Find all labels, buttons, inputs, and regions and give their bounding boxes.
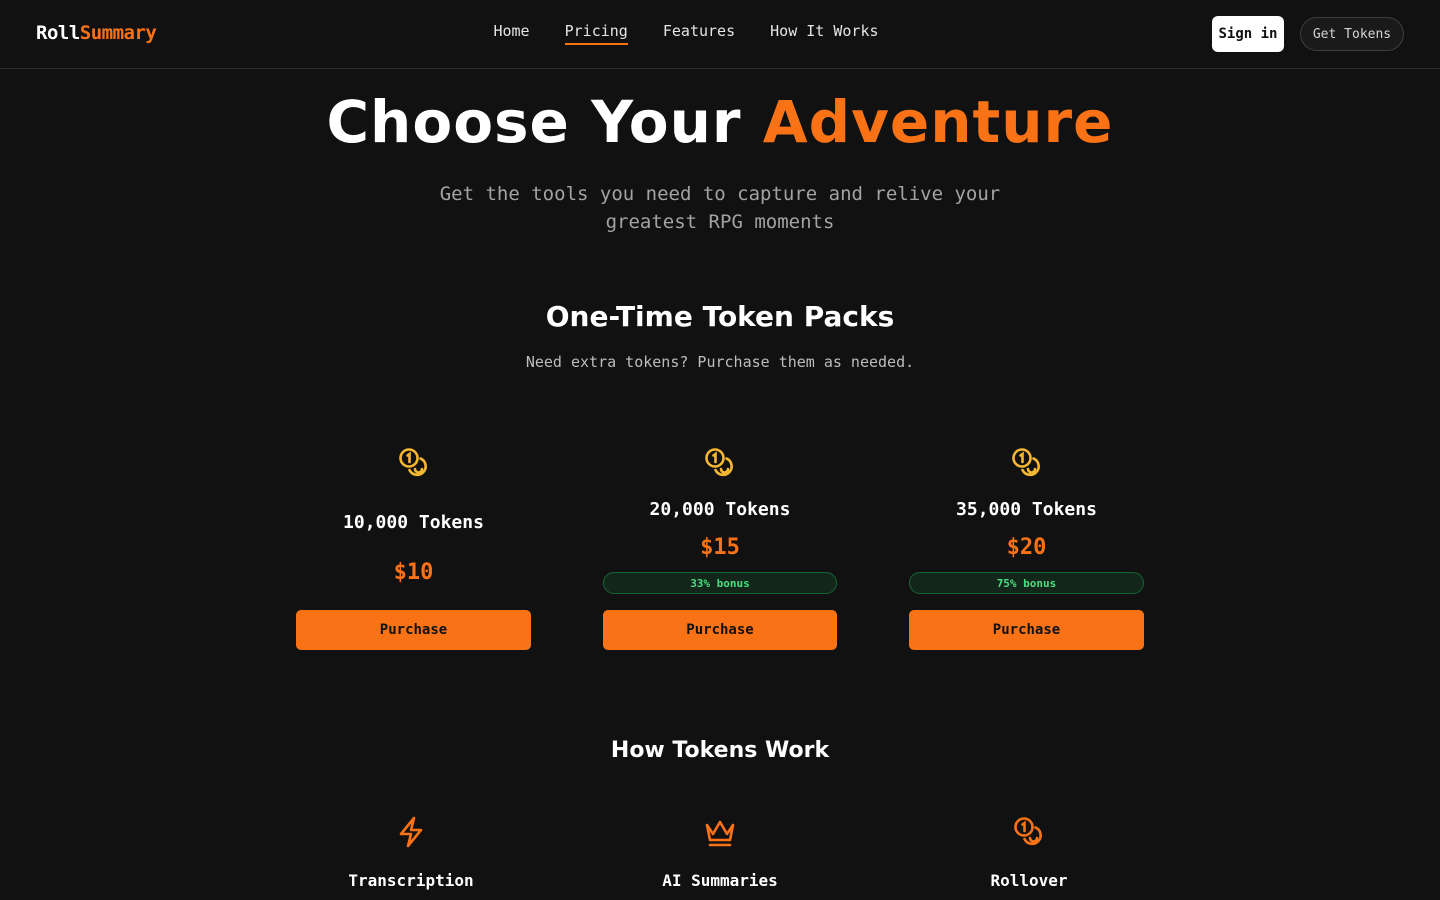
- how-tokens-work-title: How Tokens Work: [610, 738, 830, 763]
- nav-link-home[interactable]: Home: [493, 22, 529, 43]
- top-nav: RollSummary Home Pricing Features How It…: [0, 0, 1440, 69]
- pack-price: $20: [1006, 535, 1047, 560]
- coins-icon: [603, 446, 837, 484]
- get-tokens-button[interactable]: Get Tokens: [1300, 17, 1404, 51]
- sign-in-button[interactable]: Sign in: [1212, 16, 1284, 52]
- coins-icon: [909, 446, 1144, 484]
- token-pack-card: 20,000 Tokens $15 33% bonus Purchase: [603, 440, 837, 655]
- token-packs-subtitle: Need extra tokens? Purchase them as need…: [525, 353, 915, 371]
- purchase-button[interactable]: Purchase: [603, 610, 837, 650]
- purchase-button[interactable]: Purchase: [296, 610, 531, 650]
- feature-ai-summaries: AI Summaries: [620, 815, 820, 890]
- pack-price: $15: [700, 535, 740, 560]
- nav-link-features[interactable]: Features: [663, 22, 735, 43]
- token-pack-card: 35,000 Tokens $20 75% bonus Purchase: [909, 440, 1144, 655]
- feature-transcription: Transcription: [311, 815, 511, 890]
- pack-name: 10,000 Tokens: [343, 512, 484, 533]
- feature-label: Rollover: [990, 871, 1068, 890]
- token-packs-title: One-Time Token Packs: [545, 300, 895, 333]
- hero-title: Choose Your Adventure: [0, 88, 1440, 156]
- feature-rollover: Rollover: [929, 815, 1129, 890]
- coins-icon: [296, 446, 531, 484]
- nav-link-how-it-works[interactable]: How It Works: [770, 22, 878, 43]
- bonus-badge: 33% bonus: [603, 572, 837, 594]
- pack-name: 20,000 Tokens: [649, 499, 791, 520]
- pack-price: $10: [393, 560, 434, 585]
- purchase-button[interactable]: Purchase: [909, 610, 1144, 650]
- feature-label: Transcription: [348, 871, 474, 890]
- nav-links: Home Pricing Features How It Works: [0, 22, 1372, 45]
- crown-icon: [620, 815, 820, 853]
- pack-name: 35,000 Tokens: [956, 499, 1097, 520]
- feature-label: AI Summaries: [662, 871, 778, 890]
- hero-title-white: Choose Your: [326, 88, 763, 156]
- nav-link-pricing[interactable]: Pricing: [564, 22, 628, 45]
- token-pack-card: 10,000 Tokens $10 Purchase: [296, 440, 531, 655]
- coins-icon: [929, 815, 1129, 853]
- lightning-icon: [311, 815, 511, 853]
- hero-subtitle: Get the tools you need to capture and re…: [439, 183, 1001, 233]
- hero-title-orange: Adventure: [762, 88, 1114, 156]
- bonus-badge: 75% bonus: [909, 572, 1144, 594]
